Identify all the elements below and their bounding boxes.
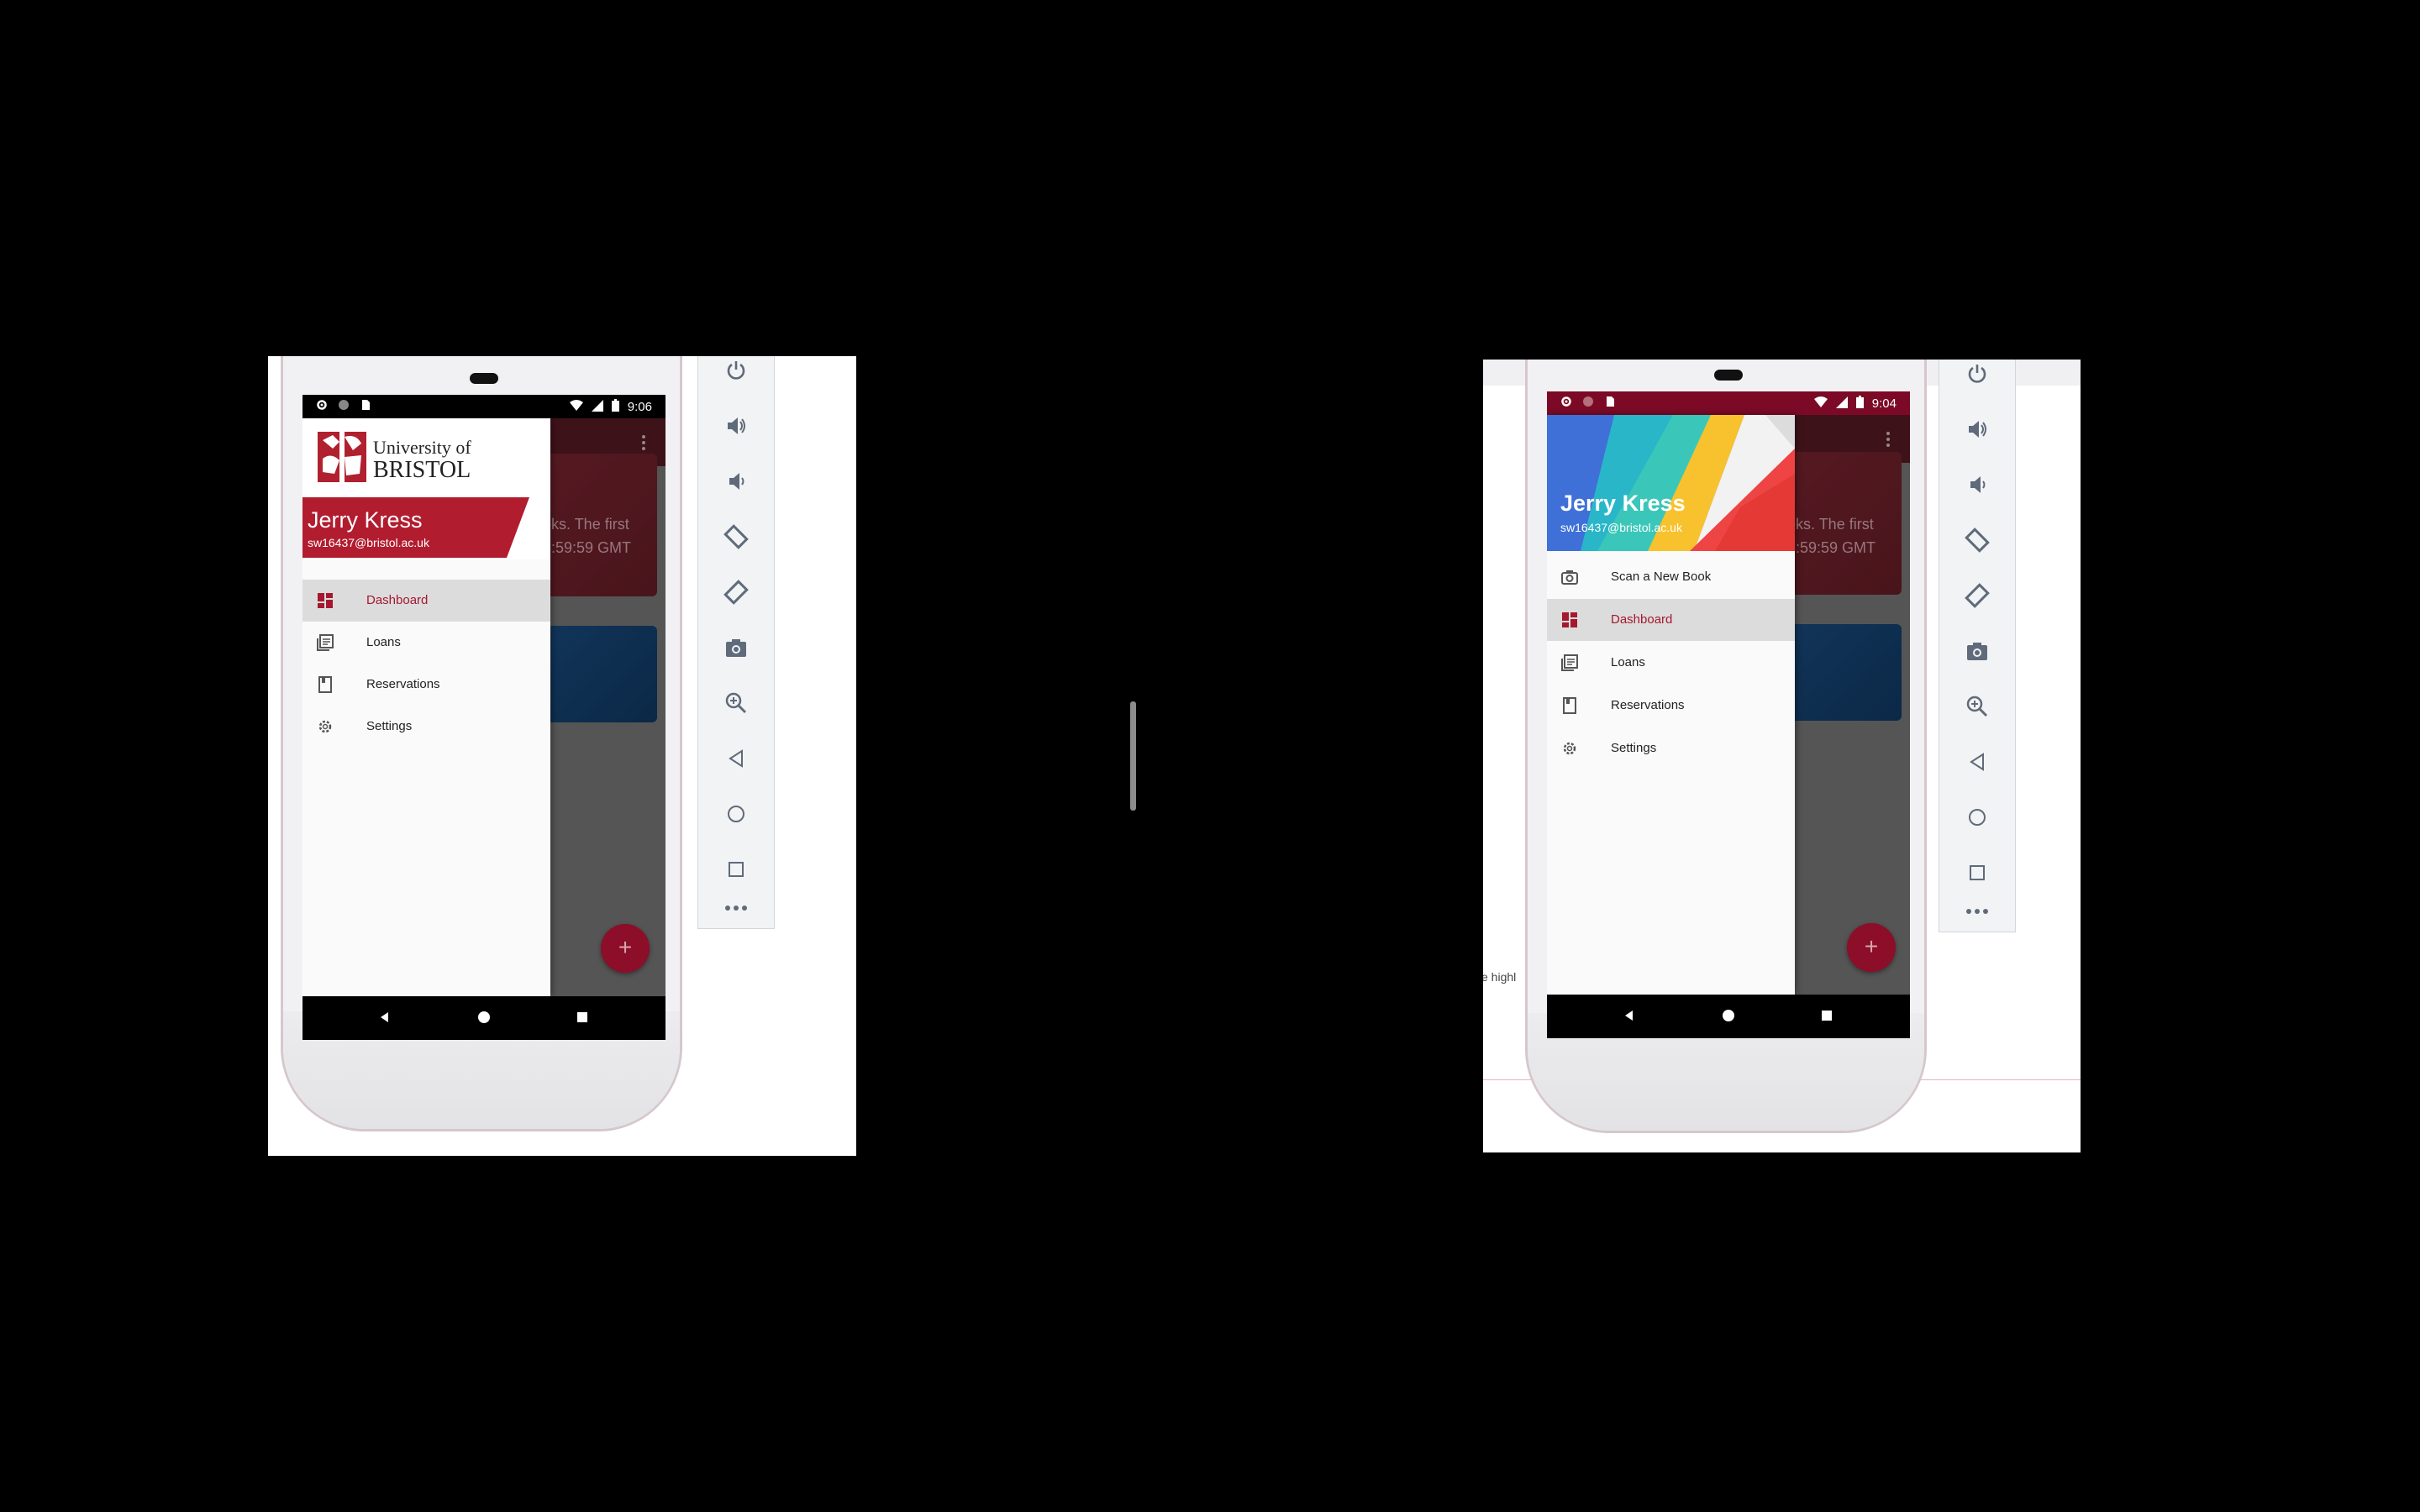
record-status-icon bbox=[1582, 396, 1594, 407]
menu-item-dashboard[interactable]: Dashboard bbox=[302, 580, 550, 622]
logo-text-line2: BRISTOL bbox=[373, 457, 471, 483]
emulator-toolbar bbox=[697, 356, 775, 929]
drawer-header: Jerry Kress sw16437@bristol.ac.uk bbox=[1547, 415, 1795, 551]
dashboard-icon bbox=[316, 591, 334, 610]
add-fab-button[interactable]: + bbox=[601, 924, 650, 973]
user-email: sw16437@bristol.ac.uk bbox=[1560, 521, 1682, 534]
home-icon[interactable] bbox=[1939, 801, 2015, 834]
status-bar: 9:06 bbox=[302, 395, 666, 418]
gear-icon bbox=[316, 717, 334, 736]
nav-overview-icon[interactable] bbox=[1820, 1009, 1833, 1022]
signal-icon bbox=[591, 399, 603, 415]
overview-icon[interactable] bbox=[698, 853, 774, 886]
phone-frame: 9:04 oks. The first 3:59:59 GMT ) + bbox=[1525, 360, 1927, 1133]
bristol-logo: University of BRISTOL bbox=[316, 430, 509, 484]
menu-label-reservations: Reservations bbox=[366, 677, 440, 691]
nav-home-icon[interactable] bbox=[1722, 1009, 1735, 1022]
more-icon[interactable] bbox=[698, 891, 774, 925]
menu-item-settings[interactable]: Settings bbox=[1547, 727, 1795, 769]
book-icon bbox=[1560, 696, 1579, 715]
back-icon[interactable] bbox=[698, 742, 774, 775]
volume-up-icon[interactable] bbox=[1939, 412, 2015, 446]
status-time: 9:06 bbox=[627, 400, 652, 414]
menu-label-dashboard: Dashboard bbox=[366, 593, 429, 607]
rotate-right-icon[interactable] bbox=[698, 575, 774, 609]
add-fab-button[interactable]: + bbox=[1847, 923, 1896, 972]
user-name: Jerry Kress bbox=[308, 507, 423, 533]
menu-item-scan-book[interactable]: Scan a New Book bbox=[1547, 556, 1795, 598]
system-nav-bar bbox=[1547, 995, 1910, 1038]
speaker bbox=[470, 373, 498, 384]
user-name: Jerry Kress bbox=[1560, 491, 1686, 516]
system-nav-bar bbox=[302, 996, 666, 1040]
sdcard-status-icon bbox=[360, 399, 371, 411]
menu-label-loans: Loans bbox=[366, 635, 401, 649]
loans-icon bbox=[1560, 654, 1579, 672]
rotate-left-icon[interactable] bbox=[1939, 523, 2015, 557]
nav-back-icon[interactable] bbox=[378, 1011, 392, 1024]
menu-item-reservations[interactable]: Reservations bbox=[1547, 685, 1795, 727]
nav-home-icon[interactable] bbox=[477, 1011, 491, 1024]
more-icon[interactable] bbox=[1939, 895, 2015, 928]
status-bar: 9:04 bbox=[1547, 391, 1910, 415]
menu-item-reservations[interactable]: Reservations bbox=[302, 664, 550, 706]
menu-label-dashboard: Dashboard bbox=[1611, 612, 1673, 627]
settings-status-icon bbox=[1560, 396, 1572, 407]
menu-item-loans[interactable]: Loans bbox=[302, 622, 550, 664]
menu-item-loans[interactable]: Loans bbox=[1547, 642, 1795, 684]
home-icon[interactable] bbox=[698, 797, 774, 831]
speaker bbox=[1714, 370, 1743, 381]
battery-icon bbox=[1855, 396, 1864, 412]
wifi-icon bbox=[569, 399, 583, 415]
user-email: sw16437@bristol.ac.uk bbox=[308, 536, 429, 549]
loans-icon bbox=[316, 633, 334, 652]
book-icon bbox=[316, 675, 334, 694]
menu-label-loans: Loans bbox=[1611, 655, 1645, 669]
menu-label-settings: Settings bbox=[1611, 741, 1657, 755]
rotate-right-icon[interactable] bbox=[1939, 579, 2015, 612]
navigation-drawer: University of BRISTOL Jerry Kress sw1643… bbox=[302, 418, 550, 996]
volume-down-icon[interactable] bbox=[698, 465, 774, 498]
device-screen: 9:04 oks. The first 3:59:59 GMT ) + bbox=[1547, 391, 1910, 1038]
phone-frame: 9:06 oks. The first 3:59:59 GMT ) + bbox=[281, 356, 682, 1131]
zoom-icon[interactable] bbox=[698, 686, 774, 720]
record-status-icon bbox=[338, 399, 350, 411]
rotate-left-icon[interactable] bbox=[698, 520, 774, 554]
camera-icon bbox=[1560, 568, 1579, 586]
power-icon[interactable] bbox=[1939, 360, 2015, 391]
menu-item-dashboard[interactable]: Dashboard bbox=[1547, 599, 1795, 641]
dashboard-icon bbox=[1560, 611, 1579, 629]
sdcard-status-icon bbox=[1604, 396, 1616, 407]
document-text: e highl bbox=[1483, 970, 1517, 984]
nav-overview-icon[interactable] bbox=[576, 1011, 589, 1024]
zoom-icon[interactable] bbox=[1939, 690, 2015, 723]
menu-label-scan-book: Scan a New Book bbox=[1611, 570, 1712, 584]
logo-text-line1: University of bbox=[373, 437, 471, 458]
emulator-toolbar bbox=[1939, 360, 2016, 932]
right-panel: e highl 9:04 oks. The first 3:59:59 GMT … bbox=[1483, 360, 2081, 1152]
nav-back-icon[interactable] bbox=[1623, 1009, 1636, 1022]
signal-icon bbox=[1835, 396, 1848, 412]
left-panel: 9:06 oks. The first 3:59:59 GMT ) + bbox=[268, 356, 856, 1156]
power-icon[interactable] bbox=[698, 356, 774, 387]
drawer-header: University of BRISTOL Jerry Kress sw1643… bbox=[302, 418, 550, 559]
gear-icon bbox=[1560, 739, 1579, 758]
wifi-icon bbox=[1813, 396, 1828, 412]
overview-icon[interactable] bbox=[1939, 856, 2015, 890]
bristol-crest-icon bbox=[318, 432, 366, 482]
back-icon[interactable] bbox=[1939, 745, 2015, 779]
battery-icon bbox=[611, 399, 619, 415]
menu-label-settings: Settings bbox=[366, 719, 413, 733]
volume-down-icon[interactable] bbox=[1939, 468, 2015, 501]
volume-up-icon[interactable] bbox=[698, 409, 774, 443]
settings-status-icon bbox=[316, 399, 328, 411]
menu-label-reservations: Reservations bbox=[1611, 698, 1685, 712]
screenshot-icon[interactable] bbox=[698, 631, 774, 664]
menu-item-settings[interactable]: Settings bbox=[302, 706, 550, 748]
device-screen: 9:06 oks. The first 3:59:59 GMT ) + bbox=[302, 395, 666, 1040]
screenshot-icon[interactable] bbox=[1939, 634, 2015, 668]
split-divider-handle[interactable] bbox=[1130, 701, 1136, 811]
navigation-drawer: Jerry Kress sw16437@bristol.ac.uk Scan a… bbox=[1547, 415, 1795, 995]
status-time: 9:04 bbox=[1871, 396, 1897, 411]
